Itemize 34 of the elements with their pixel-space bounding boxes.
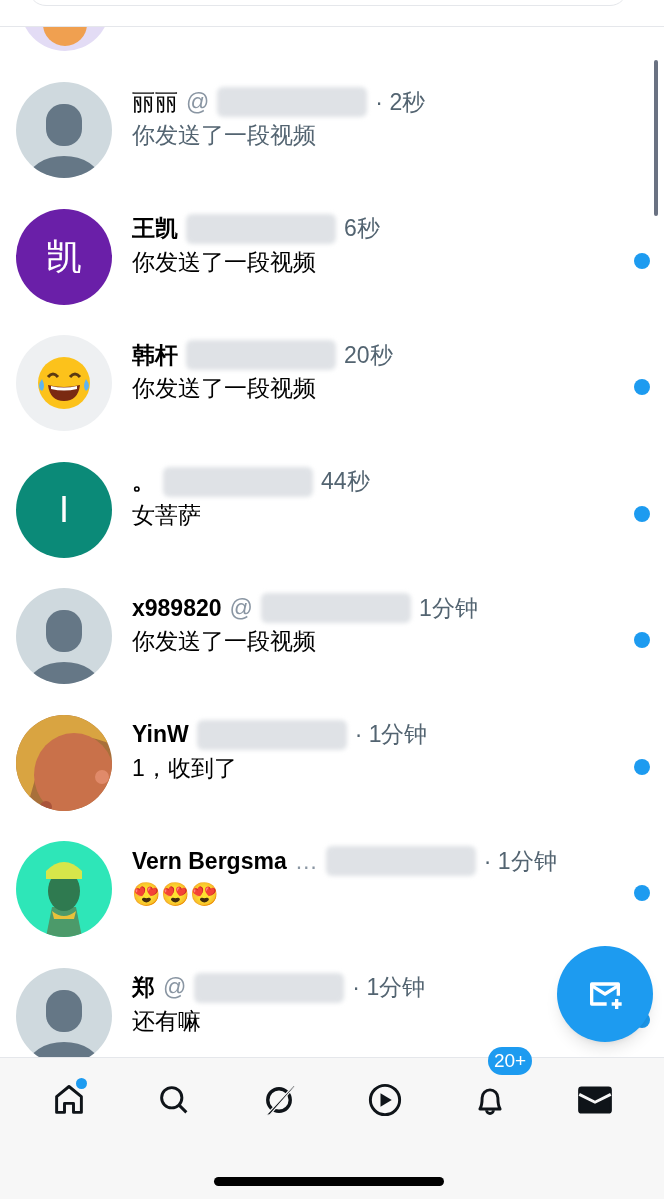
- contact-name: Vern Bergsma: [132, 846, 287, 876]
- message-time: · 1分钟: [483, 846, 557, 876]
- message-preview: 1，收到了: [132, 753, 237, 783]
- message-time: 1分钟: [418, 593, 478, 623]
- contact-handle: @: [186, 87, 210, 117]
- message-preview: 😍😍😍: [132, 880, 219, 909]
- contact-handle: …: [294, 846, 318, 876]
- contact-name: x989820: [132, 593, 222, 623]
- message-time: · 2秒: [375, 87, 426, 117]
- contact-name: 丽丽: [132, 87, 178, 117]
- contact-name: 。: [132, 467, 155, 497]
- message-preview: 你发送了一段视频: [132, 627, 316, 656]
- message-time: 20秒: [344, 340, 393, 370]
- contact-name: YinW: [132, 720, 189, 750]
- contact-name: 郑: [132, 973, 155, 1003]
- message-preview: 你发送了一段视频: [132, 374, 316, 403]
- contact-handle: @: [163, 973, 187, 1003]
- message-preview: 女菩萨: [132, 500, 201, 530]
- contact-name: 王凯: [132, 214, 178, 244]
- contact-handle: @: [229, 593, 253, 623]
- letter-avatar: 凯: [16, 208, 112, 305]
- message-time: 44秒: [321, 467, 370, 497]
- message-time: · 1分钟: [354, 720, 428, 750]
- laughing-face-icon: [36, 355, 92, 411]
- contact-name: 韩杆: [132, 340, 178, 370]
- scrollbar[interactable]: [654, 60, 658, 216]
- message-preview: 你发送了一段视频: [132, 247, 316, 277]
- play-icon: [366, 1082, 403, 1118]
- message-preview: 还有嘛: [132, 1006, 201, 1036]
- message-time: · 1分钟: [352, 973, 426, 1003]
- letter-avatar: I: [16, 461, 112, 558]
- notification-badge: 20+: [487, 1047, 533, 1075]
- message-preview: 你发送了一段视频: [132, 121, 316, 150]
- message-time: 6秒: [344, 214, 380, 244]
